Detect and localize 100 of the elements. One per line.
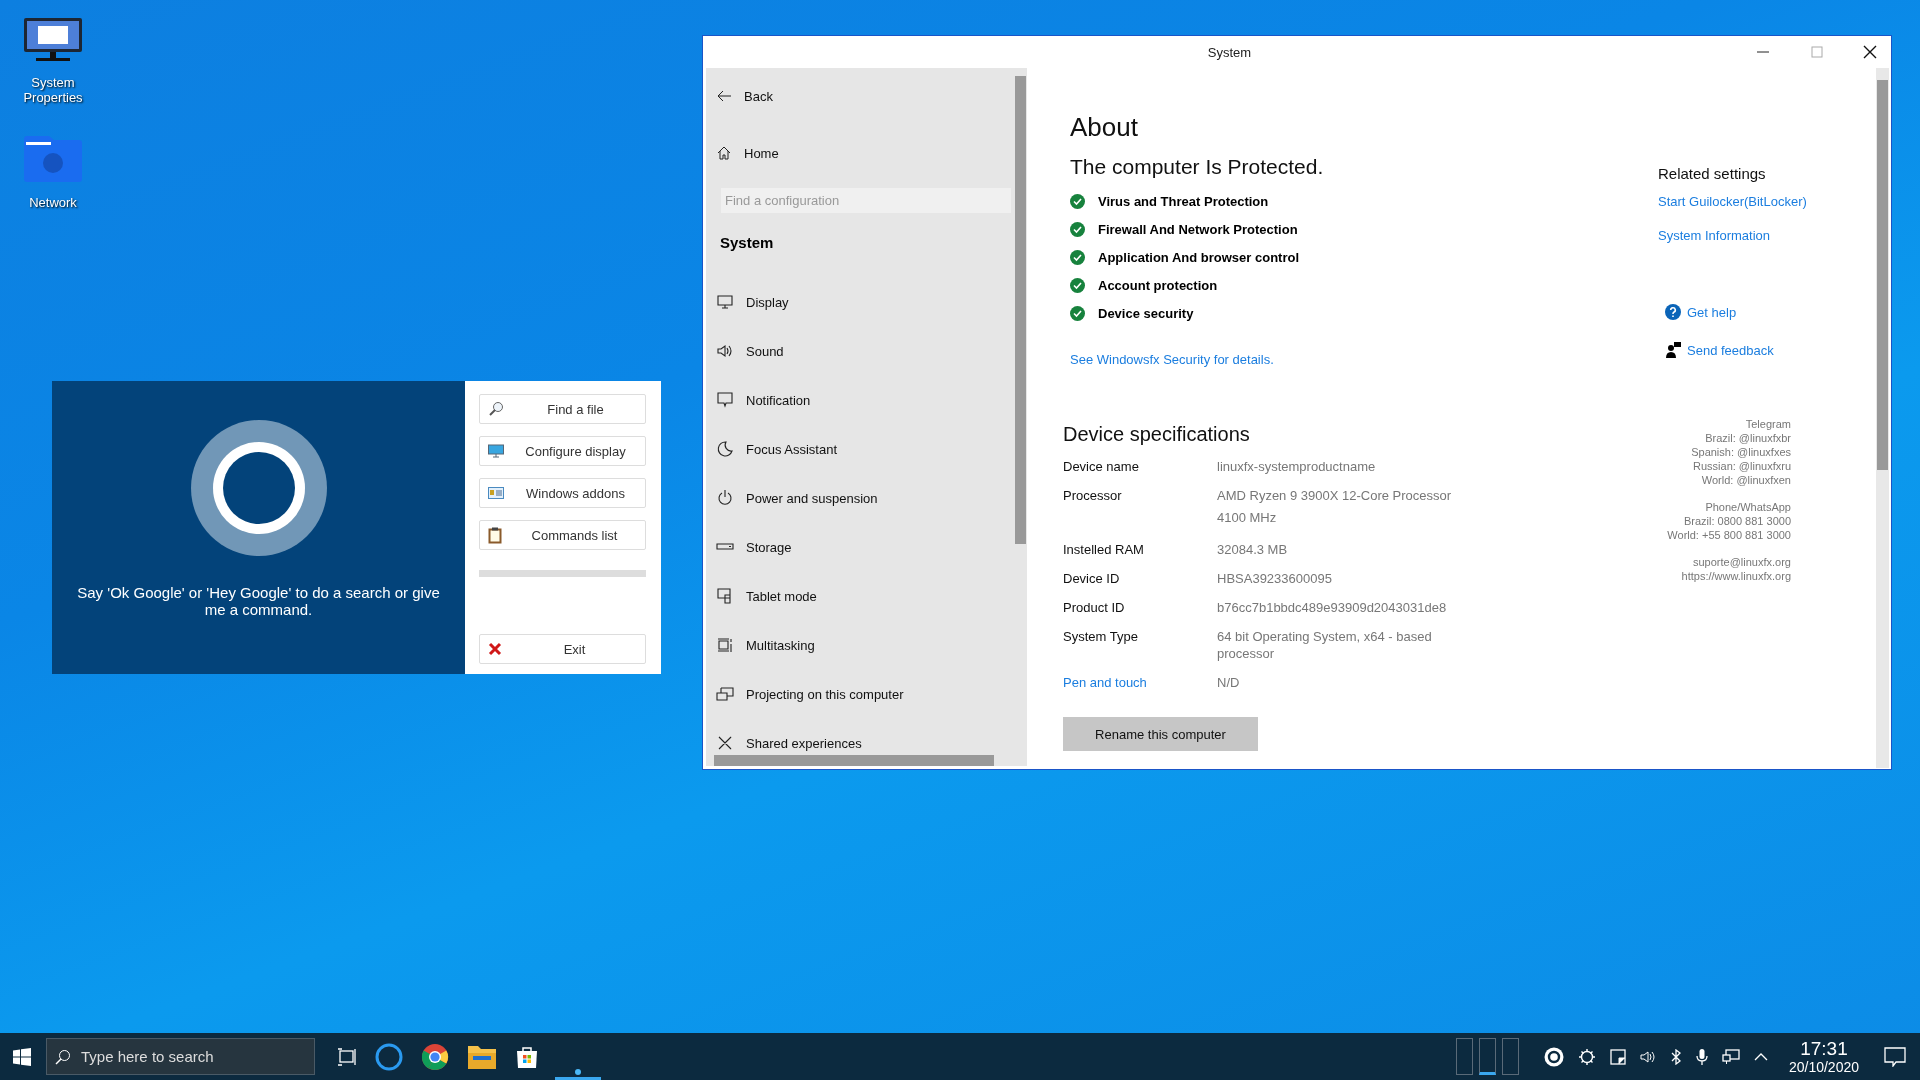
section-heading: System [720, 234, 775, 251]
task-view-icon[interactable] [337, 1047, 357, 1066]
spec-value: 32084.3 MB [1217, 541, 1289, 558]
start-button[interactable] [13, 1047, 31, 1066]
contact-line: Telegram [1744, 417, 1791, 431]
command-button[interactable]: Configure display [479, 436, 646, 466]
menu-item-icon [716, 734, 734, 752]
close-button[interactable] [1863, 45, 1877, 59]
home-button[interactable]: Home [716, 143, 1016, 163]
scrollbar-thumb[interactable] [714, 755, 994, 766]
rename-button[interactable]: Rename this computer [1063, 717, 1258, 751]
browser-icon[interactable] [421, 1042, 449, 1071]
clipboard-icon [488, 526, 502, 544]
exit-button[interactable]: Exit [479, 634, 646, 664]
contact-line: Phone/WhatsApp [1704, 500, 1791, 514]
sidebar-item[interactable]: Projecting on this computer [716, 684, 1016, 704]
sidebar-item[interactable]: Multitasking [716, 635, 1016, 655]
spec-label: Processor [1063, 487, 1123, 505]
taskbar-search-field[interactable]: Type here to search [46, 1038, 315, 1075]
feedback-link[interactable]: Send feedback [1687, 342, 1774, 358]
sidebar-item[interactable]: Storage [716, 537, 1016, 557]
workspace-button[interactable] [1455, 1038, 1473, 1075]
security-link[interactable]: See Windowsfx Security for details. [1070, 352, 1274, 367]
volume-icon[interactable] [1639, 1048, 1656, 1065]
protection-item: Virus and Threat Protection [1098, 194, 1269, 209]
spec-label: Instelled RAM [1063, 541, 1145, 558]
magnifier-icon [488, 401, 504, 417]
protection-item: Application And browser control [1098, 250, 1300, 265]
spec-link[interactable]: Pen and touch [1063, 674, 1217, 691]
notification-icon[interactable] [1884, 1046, 1906, 1067]
home-icon [716, 145, 732, 161]
check-icon [1070, 250, 1085, 265]
spec-value: 64 bit Operating System, x64 - based processor [1217, 628, 1433, 662]
spec-value: N/D [1217, 674, 1241, 691]
check-icon [1070, 306, 1085, 321]
contact-line: Spanish: @linuxfxes [1690, 445, 1791, 459]
command-button[interactable]: Windows addons [479, 478, 646, 508]
spec-value: b76cc7b1bbdc489e93909d2043031de8 [1217, 599, 1448, 616]
spec-label: Device ID [1063, 570, 1121, 587]
close-icon [488, 642, 502, 656]
contact-line: suporte@linuxfx.org [1692, 555, 1791, 569]
search-field[interactable]: Find a configuration [721, 188, 1011, 213]
scrollbar-thumb[interactable] [1015, 76, 1026, 544]
clock[interactable]: 17:31 20/10/2020 [1788, 1038, 1859, 1075]
contact-line: World: +55 800 881 3000 [1666, 528, 1791, 542]
desktop-icon-label[interactable]: System Properties [13, 75, 93, 105]
menu-item-icon [716, 293, 734, 311]
back-arrow-icon [716, 88, 732, 104]
bluetooth-icon[interactable] [1669, 1048, 1682, 1065]
scrollbar-thumb[interactable] [1877, 80, 1888, 470]
contact-line: Russian: @linuxfxru [1692, 459, 1791, 473]
page-title: About [1070, 112, 1139, 143]
status-heading: The computer Is Protected. [1070, 155, 1325, 179]
spec-value: linuxfx-systemproductname [1217, 458, 1377, 475]
folder-icon[interactable] [23, 135, 83, 183]
menu-item-icon [716, 489, 734, 507]
sidebar-item[interactable]: Focus Assistant [716, 439, 1016, 459]
ring-icon [190, 420, 327, 556]
sidebar-item[interactable]: Tablet mode [716, 586, 1016, 606]
note-icon[interactable] [1609, 1048, 1626, 1065]
help-icon [1665, 304, 1681, 320]
desktop-icon-label[interactable]: Network [13, 195, 93, 210]
microphone-icon[interactable] [1695, 1047, 1708, 1066]
workspace-button[interactable] [1478, 1038, 1496, 1075]
spec-value: AMD Ryzen 9 3900X 12-Core Processor 4100 MHz [1217, 487, 1453, 527]
monitor-icon[interactable] [23, 17, 83, 63]
sidebar-item[interactable]: Sound [716, 341, 1016, 361]
menu-item-icon [716, 587, 734, 605]
search-icon [55, 1048, 71, 1065]
command-button[interactable]: Commands list [479, 520, 646, 550]
contact-line: Brazil: 0800 881 3000 [1682, 514, 1791, 528]
gear-icon[interactable] [1577, 1047, 1596, 1066]
sidebar-item[interactable]: Shared experiences [716, 733, 1016, 753]
related-link[interactable]: System Information [1658, 228, 1858, 243]
workspace-button[interactable] [1501, 1038, 1519, 1075]
menu-item-icon [716, 391, 734, 409]
network-icon[interactable] [1721, 1048, 1740, 1065]
back-button[interactable]: Back [716, 86, 1016, 106]
ring-icon[interactable] [375, 1042, 403, 1071]
store-icon[interactable] [515, 1044, 539, 1069]
section-heading: Device specifications [1063, 423, 1251, 446]
sidebar-item[interactable]: Display [716, 292, 1016, 312]
menu-item-icon [716, 342, 734, 360]
menu-item-icon [716, 440, 734, 458]
menu-item-icon [716, 685, 734, 703]
sidebar-item[interactable]: Notification [716, 390, 1016, 410]
check-icon [1070, 222, 1085, 237]
id-card-icon [488, 487, 504, 499]
spec-value: HBSA39233600095 [1217, 570, 1333, 587]
assistant-prompt: Say 'Ok Google' or 'Hey Google' to do a search or give me a command. [76, 584, 441, 618]
sidebar-item[interactable]: Power and suspension [716, 488, 1016, 508]
related-link[interactable]: Start Guilocker(BitLocker) [1658, 194, 1858, 209]
menu-item-icon [716, 636, 734, 654]
spec-label: Device name [1063, 458, 1140, 475]
window-title: System [1206, 44, 1253, 60]
protection-item: Device security [1098, 306, 1194, 321]
folder-icon[interactable] [467, 1043, 497, 1070]
command-button[interactable]: Find a file [479, 394, 646, 424]
chevron-up-icon[interactable] [1753, 1051, 1768, 1062]
help-link[interactable]: Get help [1687, 304, 1737, 320]
